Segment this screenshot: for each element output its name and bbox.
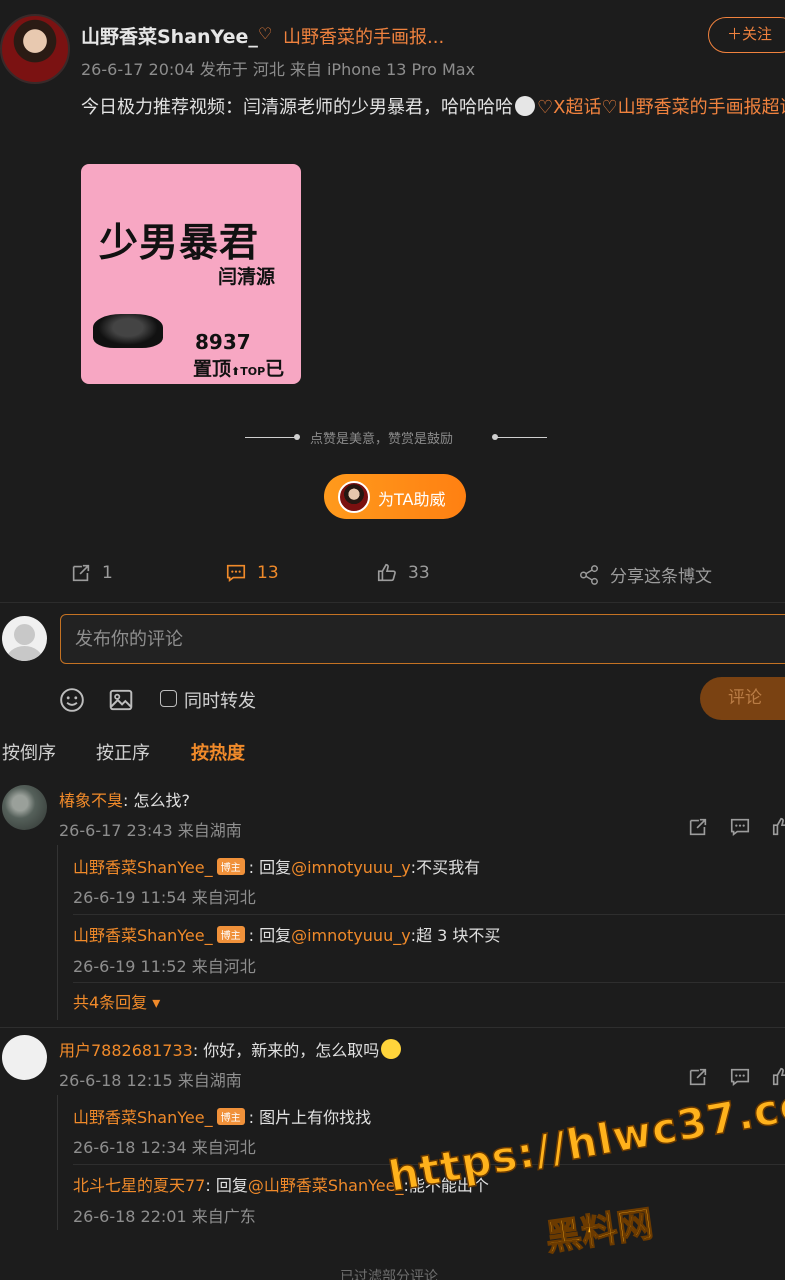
- post-text: 今日极力推荐视频：闫清源老师的少男暴君，哈哈哈哈 ♡X超话♡山野香菜的手画报超话: [81, 92, 785, 123]
- comment-icon: [226, 564, 246, 582]
- comment-meta: 26-6-17 23:43 来自湖南: [59, 821, 242, 840]
- poster-foot: 置顶⬆TOP已更: [193, 354, 301, 384]
- filtered-note: 已过滤部分评论: [340, 1269, 438, 1280]
- commenter-name[interactable]: 用户7882681733: [59, 1041, 193, 1060]
- like-button[interactable]: 33: [376, 562, 430, 584]
- separator: [73, 914, 785, 915]
- repost-button[interactable]: 1: [70, 562, 113, 584]
- divider: [495, 437, 547, 438]
- author-avatar[interactable]: [0, 14, 70, 84]
- comment-icon[interactable]: [729, 816, 751, 838]
- divider: [245, 437, 297, 438]
- sort-tab-desc[interactable]: 按倒序: [2, 739, 56, 765]
- reply-line: 山野香菜ShanYee_ 博主: 回复@imnotyuuu_y:超 3 块不买: [73, 922, 500, 946]
- post-image[interactable]: 少男暴君 闫清源 8937 置顶⬆TOP已更: [81, 164, 301, 384]
- reply-text: :超 3 块不买: [410, 926, 501, 945]
- reply-author[interactable]: 北斗七星的夏天77: [73, 1176, 205, 1195]
- comment-line: 椿象不臭: 怎么找?: [59, 787, 190, 811]
- reply-mention[interactable]: @imnotyuuu_y: [291, 858, 411, 877]
- reply-prefix: :: [248, 1108, 260, 1127]
- thumbs-up-icon[interactable]: [771, 816, 785, 838]
- reply-prefix: : 回复: [248, 858, 292, 877]
- reply-mention[interactable]: @山野香菜ShanYee_: [248, 1176, 404, 1195]
- repost-icon: [72, 564, 90, 582]
- commenter-avatar[interactable]: [2, 1035, 47, 1080]
- separator: [0, 602, 785, 603]
- emoji-icon[interactable]: [59, 687, 85, 713]
- repost-icon[interactable]: [687, 816, 709, 838]
- owner-badge: 博主: [216, 926, 245, 943]
- author-username[interactable]: 山野香菜ShanYee_: [81, 22, 258, 49]
- reply-author[interactable]: 山野香菜ShanYee_: [73, 858, 213, 877]
- owner-badge: 博主: [216, 858, 245, 875]
- top-arrow-icon: ⬆TOP: [231, 365, 266, 378]
- repost-checkbox-label[interactable]: 同时转发: [184, 687, 256, 713]
- share-button[interactable]: 分享这条博文: [578, 562, 712, 587]
- comment-count: 13: [257, 563, 279, 583]
- topic-link-x[interactable]: X超话: [553, 97, 601, 118]
- repost-count: 1: [102, 563, 113, 583]
- reply-list: 山野香菜ShanYee_ 博主: 回复@imnotyuuu_y:不买我有 26-6…: [57, 845, 785, 1020]
- cheer-label: 为TA助威: [378, 490, 446, 509]
- cheer-button[interactable]: 为TA助威: [324, 474, 466, 519]
- comment-button[interactable]: 13: [225, 562, 279, 584]
- hat-icon: [93, 314, 163, 348]
- reply-meta: 26-6-19 11:54 来自河北: [73, 888, 256, 907]
- owner-badge: 博主: [216, 1108, 245, 1125]
- reply-line: 山野香菜ShanYee_ 博主: 回复@imnotyuuu_y:不买我有: [73, 854, 480, 878]
- panda-emoji-icon: [515, 96, 535, 116]
- comment-text: : 怎么找?: [123, 791, 190, 810]
- poster-title: 少男暴君: [99, 221, 260, 266]
- share-icon: [580, 564, 598, 585]
- diamond-icon: ♡: [537, 97, 554, 118]
- image-icon[interactable]: [108, 687, 134, 713]
- separator: [73, 982, 785, 983]
- reply-meta: 26-6-18 22:01 来自广东: [73, 1207, 256, 1226]
- reply-line: 山野香菜ShanYee_ 博主: 图片上有你找找: [73, 1104, 371, 1128]
- crying-emoji-icon: [381, 1039, 402, 1059]
- poster-count: 8937: [195, 330, 251, 354]
- comment-meta: 26-6-18 12:15 来自湖南: [59, 1071, 242, 1090]
- poster-foot-left: 置顶: [193, 358, 232, 380]
- thumbs-up-icon: [377, 563, 396, 582]
- reply-text: :不买我有: [410, 858, 481, 877]
- repost-checkbox[interactable]: [160, 690, 177, 707]
- reply-text: 图片上有你找找: [259, 1108, 372, 1127]
- reply-meta: 26-6-19 11:52 来自河北: [73, 957, 256, 976]
- separator: [0, 1027, 785, 1028]
- topic-link-supertopic[interactable]: 山野香菜的手画报超话: [618, 97, 785, 118]
- sort-tab-hot[interactable]: 按热度: [191, 739, 245, 765]
- cheer-avatar: [338, 481, 370, 513]
- reply-prefix: : 回复: [205, 1176, 248, 1195]
- more-replies-label: 共4条回复: [73, 993, 148, 1012]
- post-meta: 26-6-17 20:04 发布于 河北 来自 iPhone 13 Pro Ma…: [81, 60, 476, 79]
- comment-text: : 你好，新来的，怎么取吗: [192, 1041, 380, 1060]
- reply-meta: 26-6-18 12:34 来自河北: [73, 1138, 256, 1157]
- poster-author: 闫清源: [218, 266, 276, 288]
- repost-icon[interactable]: [687, 1066, 709, 1088]
- comment-line: 用户7882681733: 你好，新来的，怎么取吗: [59, 1037, 403, 1061]
- share-label: 分享这条博文: [610, 567, 712, 587]
- post-body: 今日极力推荐视频：闫清源老师的少男暴君，哈哈哈哈: [81, 97, 513, 118]
- reply-mention[interactable]: @imnotyuuu_y: [291, 926, 411, 945]
- supertopic-link[interactable]: 山野香菜的手画报...: [283, 23, 444, 49]
- more-replies-link[interactable]: 共4条回复 ▾: [73, 989, 160, 1013]
- sort-tab-asc[interactable]: 按正序: [96, 739, 150, 765]
- diamond-icon: ♡: [258, 24, 273, 43]
- reply-author[interactable]: 山野香菜ShanYee_: [73, 926, 213, 945]
- my-avatar: [2, 616, 47, 661]
- follow-button[interactable]: ＋关注: [708, 17, 785, 53]
- caret-down-icon: ▾: [147, 993, 161, 1012]
- tip-text: 点赞是美意，赞赏是鼓励: [310, 432, 454, 447]
- reply-prefix: : 回复: [248, 926, 292, 945]
- submit-comment-button[interactable]: 评论: [700, 677, 785, 720]
- comment-icon[interactable]: [729, 1066, 751, 1088]
- diamond-icon: ♡: [601, 97, 618, 118]
- commenter-name[interactable]: 椿象不臭: [59, 791, 123, 810]
- like-count: 33: [408, 563, 430, 583]
- comment-input[interactable]: [60, 614, 785, 664]
- commenter-avatar[interactable]: [2, 785, 47, 830]
- divider-dot: [294, 434, 300, 440]
- reply-author[interactable]: 山野香菜ShanYee_: [73, 1108, 213, 1127]
